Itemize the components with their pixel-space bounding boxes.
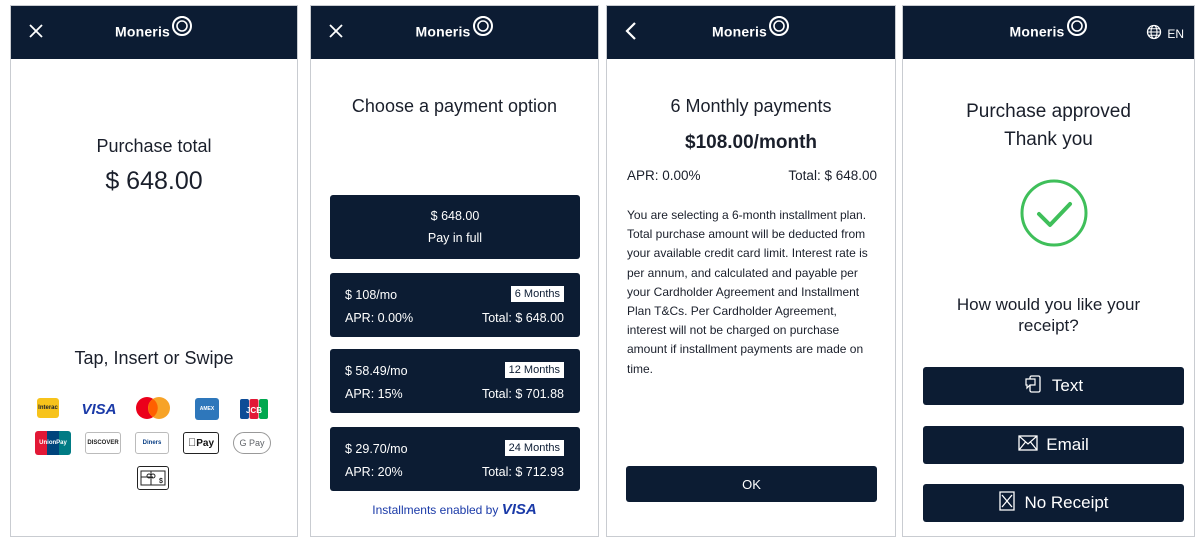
header-bar: Moneris	[607, 6, 895, 59]
header-bar: Moneris EN	[903, 6, 1194, 59]
no-receipt-label: No Receipt	[1024, 493, 1109, 512]
approved-title: Purchase approved	[966, 101, 1131, 122]
google-pay-icon: G Pay	[233, 432, 271, 454]
email-label: Email	[1046, 435, 1089, 454]
no-receipt-button[interactable]: No Receipt	[923, 484, 1184, 522]
term-badge: 6 Months	[510, 286, 564, 302]
email-receipt-button[interactable]: Email	[923, 426, 1184, 464]
term-badge: 12 Months	[504, 362, 564, 378]
language-selector[interactable]: EN	[1146, 24, 1184, 43]
apr: APR: 0.00%	[345, 311, 414, 325]
apr: APR: 20%	[345, 465, 403, 479]
monthly-amount: $ 29.70/mo	[345, 442, 408, 456]
installment-option-6[interactable]: $ 108/mo 6 Months APR: 0.00% Total: $ 64…	[330, 273, 580, 337]
purchase-total-screen: Moneris Purchase total $ 648.00 Tap, Ins…	[10, 5, 298, 537]
moneris-logo: Moneris	[607, 16, 895, 39]
globe-icon	[1146, 24, 1162, 43]
gift-card-icon: $	[137, 466, 169, 490]
tap-insert-swipe-prompt: Tap, Insert or Swipe	[74, 348, 234, 368]
total: Total: $ 712.93	[481, 465, 564, 479]
purchase-total-label: Purchase total	[96, 136, 212, 156]
plan-title: 6 Monthly payments	[670, 96, 832, 116]
sms-icon	[1024, 374, 1044, 399]
visa-logo: VISA	[501, 501, 537, 518]
installments-footer: Installments enabled by VISA	[372, 501, 537, 518]
monthly-amount: $ 108/mo	[345, 288, 398, 302]
text-receipt-button[interactable]: Text	[923, 367, 1184, 405]
header-bar: Moneris	[311, 6, 598, 59]
envelope-icon	[1018, 434, 1038, 456]
installment-option-24[interactable]: $ 29.70/mo 24 Months APR: 20% Total: $ 7…	[330, 427, 580, 491]
visa-icon: VISA	[81, 400, 117, 418]
pay-in-full-button[interactable]: $ 648.00 Pay in full	[330, 195, 580, 259]
discover-icon: DISCOVER	[85, 432, 121, 454]
header-bar: Moneris	[11, 6, 297, 59]
purchase-approved-screen: Moneris EN Purchase approved Thank you H…	[902, 5, 1195, 537]
page-title: Choose a payment option	[351, 96, 558, 116]
term-badge: 24 Months	[504, 440, 564, 456]
interac-icon: Interac	[37, 398, 59, 418]
ok-button[interactable]: OK	[626, 466, 877, 502]
total: Total: $ 648.00	[481, 311, 564, 325]
amex-icon: AMEX	[195, 398, 219, 420]
apr: APR: 0.00%	[627, 168, 701, 183]
purchase-amount: $ 648.00	[105, 167, 203, 195]
diners-club-icon: Diners	[135, 432, 169, 454]
installment-option-12[interactable]: $ 58.49/mo 12 Months APR: 15% Total: $ 7…	[330, 349, 580, 413]
no-receipt-icon	[998, 490, 1016, 516]
thank-you-text: Thank you	[1004, 129, 1093, 150]
installment-detail-screen: Moneris 6 Monthly payments $108.00/month…	[606, 5, 896, 537]
svg-text:JCB: JCB	[246, 406, 262, 415]
full-label: Pay in full	[427, 231, 483, 245]
svg-text:$: $	[159, 478, 163, 485]
receipt-question: How would you like your receipt?	[956, 295, 1141, 335]
total: Total: $ 701.88	[481, 387, 564, 401]
total: Total: $ 648.00	[788, 168, 877, 183]
monthly-amount: $108.00/month	[685, 132, 817, 153]
check-circle-icon	[1019, 178, 1089, 253]
apple-pay-icon: Pay	[183, 432, 219, 454]
full-amount: $ 648.00	[430, 209, 480, 223]
moneris-logo: Moneris	[11, 16, 297, 39]
mastercard-icon	[133, 396, 173, 420]
monthly-amount: $ 58.49/mo	[345, 364, 408, 378]
moneris-logo: Moneris	[311, 16, 598, 39]
apr: APR: 15%	[345, 387, 403, 401]
language-label: EN	[1167, 26, 1184, 41]
plan-terms-text: You are selecting a 6-month installment …	[627, 208, 868, 376]
jcb-icon: JCB	[239, 398, 269, 420]
text-label: Text	[1051, 376, 1084, 395]
payment-option-screen: Moneris Choose a payment option $ 648.00…	[310, 5, 599, 537]
unionpay-icon: UnionPay	[35, 431, 71, 455]
